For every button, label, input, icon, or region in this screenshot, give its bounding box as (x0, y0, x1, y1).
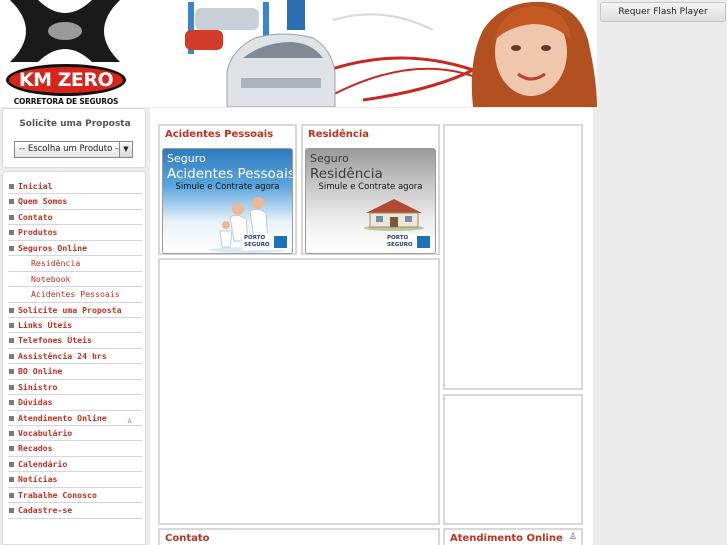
sidebar-item-quem-somos[interactable]: Quem Somos (8, 194, 142, 210)
porto-top: PORTO (387, 235, 409, 241)
panel-right-bottom (443, 394, 583, 525)
promo-acidentes-pessoais[interactable]: Seguro Acidentes Pessoais Simule e Contr… (162, 148, 293, 254)
house-illustration (364, 199, 424, 231)
sidebar-item-bo-online[interactable]: BO Online (8, 364, 142, 380)
chevron-down-icon[interactable]: ▼ (119, 142, 132, 157)
promo-line3: Simule e Contrate agora (318, 182, 423, 192)
panel-right-top (443, 124, 583, 390)
panel-middle (158, 258, 440, 525)
sidebar-item-recados[interactable]: Recados (8, 441, 142, 457)
sidebar-item-solicite-proposta[interactable]: Solicite uma Proposta (8, 303, 142, 318)
logo[interactable]: KM ZERO CORRETORA DE SEGUROS (4, 0, 126, 107)
header-banner (183, 0, 597, 107)
panel-title: Residência (308, 129, 370, 140)
product-select-value: -- Escolha um Produto -- (19, 144, 122, 154)
main-content: Acidentes Pessoais Seguro Acidentes Pess… (150, 108, 593, 545)
panel-atendimento-online: Atendimento Online ♙ (443, 528, 583, 545)
user-icon: ♙ (127, 415, 132, 425)
porto-bottom: SEGURO (244, 241, 270, 248)
logo-badge: KM ZERO (6, 64, 126, 96)
panel-contato: Contato (158, 528, 440, 545)
sidebar-item-produtos[interactable]: Produtos (8, 225, 142, 241)
sidebar-item-assistencia[interactable]: Assistência 24 hrs (8, 349, 142, 365)
menu-list: Inicial Quem Somos Contato Produtos Segu… (8, 179, 142, 519)
sidebar-item-seguros-online[interactable]: Seguros Online (8, 241, 142, 257)
promo-line1: Seguro (167, 152, 206, 165)
sidebar-item-inicial[interactable]: Inicial (8, 179, 142, 195)
sidebar-item-telefones-uteis[interactable]: Telefones Úteis (8, 333, 142, 349)
require-flash-button[interactable]: Requer Flash Player (600, 2, 726, 22)
logo-tagline: CORRETORA DE SEGUROS (13, 97, 119, 106)
sidebar-menu: Inicial Quem Somos Contato Produtos Segu… (2, 171, 146, 545)
sidebar-item-vocabulario[interactable]: Vocabulário (8, 426, 142, 442)
sidebar-item-cadastre-se[interactable]: Cadastre-se (8, 503, 142, 519)
sidebar-item-sinistro[interactable]: Sinistro (8, 380, 142, 396)
promo-line3: Simule e Contrate agora (175, 182, 280, 192)
promo-line2: Acidentes Pessoais (167, 166, 293, 182)
promo-residencia[interactable]: Seguro Residência Simule e Contrate agor… (305, 148, 436, 254)
page: KM ZERO CORRETORA DE SEGUROS Requer Flas… (0, 0, 727, 545)
porto-bottom: SEGURO (387, 241, 413, 248)
sidebar-item-links-uteis[interactable]: Links Úteis (8, 318, 142, 334)
sidebar-subitem-residencia[interactable]: Residência (8, 256, 142, 272)
sidebar-item-calendario[interactable]: Calendário (8, 457, 142, 473)
product-select[interactable]: -- Escolha um Produto -- ▼ (14, 141, 133, 158)
sidebar-item-duvidas[interactable]: Dúvidas (8, 395, 142, 411)
panel-title: Acidentes Pessoais (165, 129, 274, 140)
promo-line1: Seguro (310, 152, 349, 165)
sidebar-item-noticias[interactable]: Notícias (8, 472, 142, 488)
header: KM ZERO CORRETORA DE SEGUROS (0, 0, 597, 107)
sidebar-item-atendimento-online[interactable]: Atendimento Online ♙ (8, 411, 142, 426)
promo-line2: Residência (310, 166, 383, 182)
logo-emblem (10, 0, 120, 62)
user-icon: ♙ (568, 532, 577, 542)
sidebar-item-label: Atendimento Online (18, 412, 107, 423)
sidebar-subitem-notebook[interactable]: Notebook (8, 272, 142, 288)
porto-seguro-logo: PORTO SEGURO (242, 234, 289, 250)
panel-acidentes-pessoais: Acidentes Pessoais Seguro Acidentes Pess… (158, 124, 297, 255)
sidebar-item-contato[interactable]: Contato (8, 210, 142, 226)
sidebar-item-trabalhe-conosco[interactable]: Trabalhe Conosco (8, 488, 142, 504)
proposal-box: Solicite uma Proposta -- Escolha um Prod… (2, 108, 146, 168)
proposal-title: Solicite uma Proposta (19, 119, 131, 129)
panel-title: Atendimento Online (450, 533, 563, 544)
porto-top: PORTO (244, 235, 266, 241)
porto-seguro-logo: PORTO SEGURO (385, 234, 432, 250)
panel-title: Contato (165, 533, 210, 544)
sidebar-subitem-acidentes-pessoais[interactable]: Acidentes Pessoais (8, 287, 142, 303)
panel-residencia: Residência Seguro Residência Simule e Co… (301, 124, 440, 255)
